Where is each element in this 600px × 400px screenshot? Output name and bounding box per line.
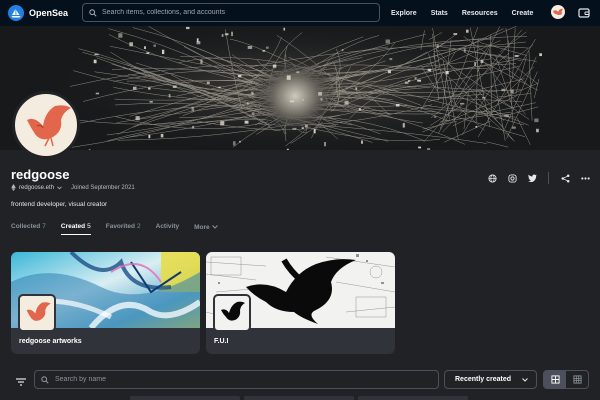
nav-links: Explore Stats Resources Create [391, 0, 533, 26]
goose-icon [26, 302, 51, 321]
filter-icon[interactable] [15, 374, 27, 386]
instagram-button[interactable] [504, 170, 520, 186]
nav-link-stats[interactable]: Stats [431, 10, 448, 17]
profile-banner [0, 26, 600, 150]
collection-thumbnail [213, 294, 251, 332]
actions-divider [548, 172, 549, 184]
search-icon [89, 8, 97, 17]
goose-icon [221, 301, 245, 321]
tab-label: Created [60, 223, 86, 230]
profile-actions [484, 170, 597, 186]
account-avatar[interactable] [551, 5, 565, 19]
global-search-input[interactable] [102, 9, 372, 16]
collection-card[interactable]: F.U.I [206, 252, 395, 354]
tab-activity[interactable]: Activity [156, 223, 179, 235]
sort-label: Recently created [455, 376, 512, 383]
more-options-button[interactable] [577, 170, 593, 186]
tab-label: More [194, 223, 210, 231]
chevron-down-icon [522, 377, 528, 382]
ethereum-icon [11, 184, 16, 191]
join-date: Joined September 2021 [71, 184, 135, 191]
profile-username: redgoose [11, 167, 70, 182]
global-search[interactable] [82, 3, 380, 22]
view-toggle [543, 370, 589, 389]
top-nav: OpenSea Explore Stats Resources Create [0, 0, 600, 26]
sort-dropdown[interactable]: Recently created [444, 370, 537, 389]
nav-link-resources[interactable]: Resources [462, 10, 498, 17]
nav-link-create[interactable]: Create [512, 10, 534, 17]
brand-name: OpenSea [29, 8, 69, 18]
tab-label: Activity [155, 223, 180, 230]
items-search[interactable] [34, 370, 439, 389]
goose-icon [27, 105, 71, 147]
collection-thumbnail [18, 294, 56, 332]
tab-label: Favorited [105, 223, 135, 230]
goose-icon [553, 8, 563, 15]
grid-view-button[interactable] [544, 371, 566, 388]
tab-created[interactable]: Created 5 [60, 223, 91, 235]
grid-small-icon [572, 375, 582, 384]
website-button[interactable] [484, 170, 500, 186]
tab-count: 5 [87, 223, 91, 230]
profile-avatar[interactable] [12, 91, 80, 159]
more-icon [580, 176, 590, 180]
nav-link-explore[interactable]: Explore [391, 10, 417, 17]
tab-collected[interactable]: Collected 7 [11, 223, 46, 235]
tab-count: 7 [42, 223, 46, 230]
collection-title: redgoose artworks [19, 338, 82, 345]
globe-icon [487, 173, 497, 183]
share-button[interactable] [557, 170, 573, 186]
search-icon [41, 375, 49, 384]
share-icon [561, 174, 569, 182]
next-row-cards [0, 396, 600, 400]
instagram-icon [507, 173, 517, 183]
tab-more[interactable]: More [194, 223, 218, 235]
wallet-address[interactable]: redgoose.eth [19, 185, 54, 191]
twitter-button[interactable] [524, 170, 540, 186]
profile-bio: frontend developer, visual creator [11, 201, 108, 208]
chevron-down-icon[interactable] [57, 185, 62, 190]
opensea-logo[interactable]: OpenSea [8, 5, 68, 21]
collection-title: F.U.I [214, 338, 229, 345]
compact-view-button[interactable] [566, 371, 588, 388]
profile-tabs: Collected 7 Created 5 Favorited 2 Activity … [11, 223, 233, 235]
tab-label: Collected [11, 223, 41, 230]
twitter-icon [527, 174, 537, 182]
items-search-input[interactable] [55, 376, 435, 383]
tab-favorited[interactable]: Favorited 2 [106, 223, 141, 235]
tab-count: 2 [137, 223, 141, 230]
grid-large-icon [550, 375, 560, 384]
opensea-logo-icon [8, 5, 24, 21]
wallet-icon[interactable] [578, 6, 590, 18]
profile-meta: redgoose.eth Joined September 2021 [11, 184, 135, 191]
chevron-down-icon [211, 225, 218, 229]
collection-card[interactable]: redgoose artworks [11, 252, 200, 354]
